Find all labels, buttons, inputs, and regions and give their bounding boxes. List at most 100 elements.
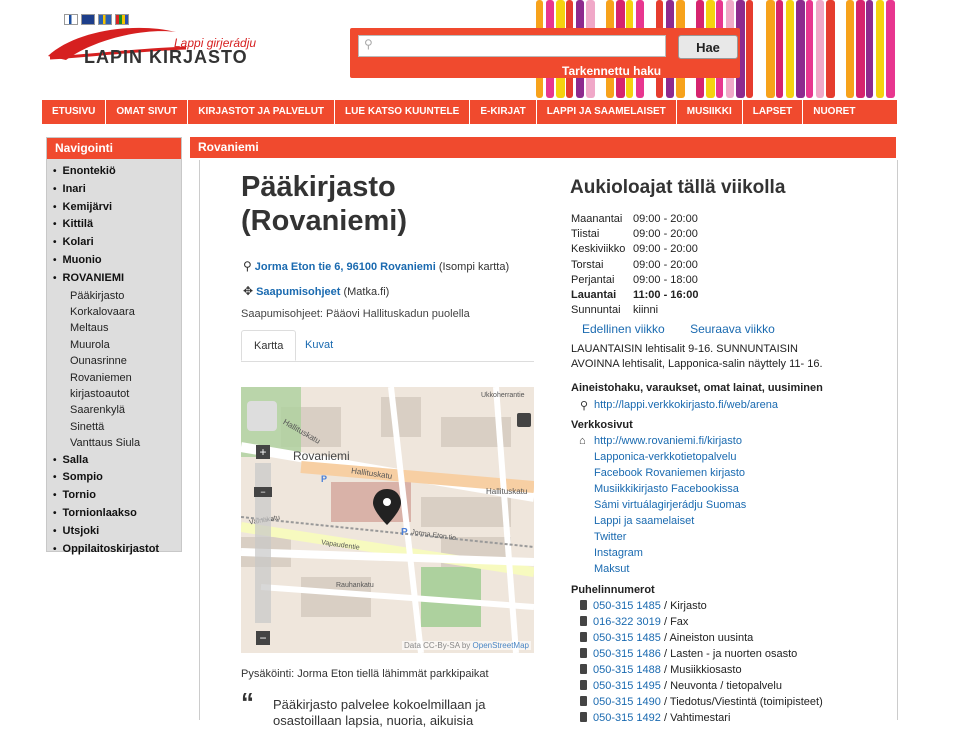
nav-item-e-kirjat[interactable]: E-KIRJAT [470,100,537,124]
phone-number-link[interactable]: 050-315 1485 [593,632,661,644]
sidebar-item[interactable]: Salla [53,452,181,470]
openstreetmap-link[interactable]: OpenStreetMap [473,641,529,650]
phone-row: 050-315 1488 / Musiikkiosasto [580,662,823,678]
previous-week-link[interactable]: Edellinen viikko [582,322,665,336]
phone-icon [580,616,587,626]
sidebar-item[interactable]: Sompio [53,469,181,487]
opening-hours-table: Maanantai 09:00 - 20:00 Tiistai 09:00 - 20:… [571,212,698,318]
arena-link[interactable]: http://lappi.verkkokirjasto.fi/web/arena [594,397,778,413]
website-link[interactable]: Musiikkikirjasto Facebookissa [594,481,746,497]
nav-item-omat-sivut[interactable]: OMAT SIVUT [106,100,189,124]
hours-row: Perjantai 09:00 - 18:00 [571,273,698,288]
website-link[interactable]: Facebook Rovaniemen kirjasto [594,465,746,481]
sidebar-item[interactable]: Utsjoki [53,523,181,541]
sidebar-item[interactable]: Muurola [53,337,181,353]
map-view[interactable]: P P Rovaniemi Hallituskatu Hallituskatu … [241,387,534,653]
website-link[interactable]: http://www.rovaniemi.fi/kirjasto [594,433,746,449]
websites-links: http://www.rovaniemi.fi/kirjasto Lapponic… [594,433,746,577]
search-box: ⚲ Hae Tarkennettu haku [350,28,740,78]
website-link[interactable]: Twitter [594,529,746,545]
hours-time: kiinni [633,304,659,317]
sidebar-item[interactable]: ROVANIEMI [53,270,181,288]
hours-day: Torstai [571,258,604,271]
sidebar-item[interactable]: Meltaus [53,320,181,336]
phone-icon [580,680,587,690]
sidebar-item[interactable]: Pääkirjasto [53,288,181,304]
sidebar-item[interactable]: Kemijärvi [53,199,181,217]
website-link[interactable]: Sámi virtuálagirjerádju Suomas [594,497,746,513]
hours-day: Keskiviikko [571,243,626,256]
phone-number-link[interactable]: 050-315 1492 [593,712,661,724]
sidebar-item[interactable]: Korkalovaara [53,304,181,320]
nav-item-lappi[interactable]: LAPPI JA SAAMELAISET [537,100,677,124]
layers-icon[interactable] [517,413,531,427]
sidebar-item[interactable]: kirjastoautot [53,386,181,402]
website-link[interactable]: Instagram [594,545,746,561]
hours-row: Sunnuntai kiinni [571,303,698,318]
sidebar-item[interactable]: Kittilä [53,216,181,234]
phone-number-link[interactable]: 050-315 1486 [593,648,661,660]
phone-list: 050-315 1485 / Kirjasto 016-322 3019 / Fa… [580,598,823,726]
sidebar-item[interactable]: Tornionlaakso [53,505,181,523]
sidebar-item[interactable]: Vanttaus Siula [53,435,181,451]
map-marker-icon: ⚲ [243,259,252,273]
next-week-link[interactable]: Seuraava viikko [690,322,775,336]
phone-number-link[interactable]: 050-315 1495 [593,680,661,692]
sidebar-item[interactable]: Inari [53,181,181,199]
nav-item-lapset[interactable]: LAPSET [743,100,804,124]
phone-number-link[interactable]: 050-315 1490 [593,696,661,708]
phone-icon [580,632,587,642]
address-link[interactable]: Jorma Eton tie 6, 96100 Rovaniemi [255,261,436,273]
address-extra[interactable]: (Isompi kartta) [439,261,509,273]
sidebar-item[interactable]: Tornio [53,487,181,505]
search-icon: ⚲ [580,400,589,412]
sidebar-item[interactable]: Ounasrinne [53,353,181,369]
lapin-kirjasto-logo[interactable]: Lappi girjerádju LAPIN KIRJASTO [46,20,266,70]
hours-time: 09:00 - 20:00 [633,258,698,271]
website-link[interactable]: Lappi ja saamelaiset [594,513,746,529]
phone-description: / Musiikkiosasto [663,664,742,676]
tab-kartta[interactable]: Kartta [241,330,297,361]
phone-row: 050-315 1486 / Lasten - ja nuorten osast… [580,646,823,662]
sidebar-item[interactable]: Kolari [53,234,181,252]
zoom-out-button[interactable]: − [256,631,270,645]
sidebar-list: EnontekiöInariKemijärviKittiläKolariMuon… [47,159,181,558]
advanced-search-link[interactable]: Tarkennettu haku [562,64,661,78]
map-credit-text: Data CC-By-SA by [404,641,471,650]
phone-row: 050-315 1492 / Vahtimestari [580,710,823,726]
zoom-in-button[interactable]: + [256,445,270,459]
sidebar-item[interactable]: Saarenkylä [53,402,181,418]
phone-description: / Vahtimestari [663,712,731,724]
search-button[interactable]: Hae [678,35,738,59]
phone-row: 050-315 1485 / Kirjasto [580,598,823,614]
sidebar-item[interactable]: Muonio [53,252,181,270]
sidebar-item[interactable]: Enontekiö [53,163,181,181]
phone-description: / Lasten - ja nuorten osasto [663,648,798,660]
directions-link[interactable]: Saapumisohjeet [256,286,340,298]
map-pan-control[interactable] [247,401,277,431]
nav-item-nuoret[interactable]: NUORET [803,100,865,124]
nav-item-musiikki[interactable]: MUSIIKKI [677,100,743,124]
sidebar-item[interactable]: Oppilaitoskirjastot [53,541,181,559]
map-label-street: Ukkoherrantie [481,392,525,399]
nav-item-lue-katso[interactable]: LUE KATSO KUUNTELE [335,100,471,124]
phone-number-link[interactable]: 016-322 3019 [593,616,661,628]
svg-text:P: P [401,527,408,538]
move-icon: ✥ [243,284,254,298]
tab-kuvat[interactable]: Kuvat [293,330,345,361]
sidebar-item[interactable]: Sinettä [53,419,181,435]
website-link[interactable]: Lapponica-verkkotietopalvelu [594,449,746,465]
zoom-handle[interactable]: − [254,487,272,497]
main-nav: ETUSIVU OMAT SIVUT KIRJASTOT JA PALVELUT… [42,100,897,124]
search-input[interactable] [358,35,666,57]
phone-number-link[interactable]: 050-315 1485 [593,600,661,612]
hours-day: Lauantai [571,288,617,301]
sidebar-item[interactable]: Rovaniemen [53,370,181,386]
hours-time: 09:00 - 20:00 [633,213,698,225]
hours-time: 09:00 - 18:00 [633,273,698,286]
nav-item-etusivu[interactable]: ETUSIVU [42,100,107,124]
phone-number-link[interactable]: 050-315 1488 [593,664,661,676]
website-link[interactable]: Maksut [594,561,746,577]
hours-time: 09:00 - 20:00 [633,228,698,241]
nav-item-kirjastot[interactable]: KIRJASTOT JA PALVELUT [188,100,336,124]
